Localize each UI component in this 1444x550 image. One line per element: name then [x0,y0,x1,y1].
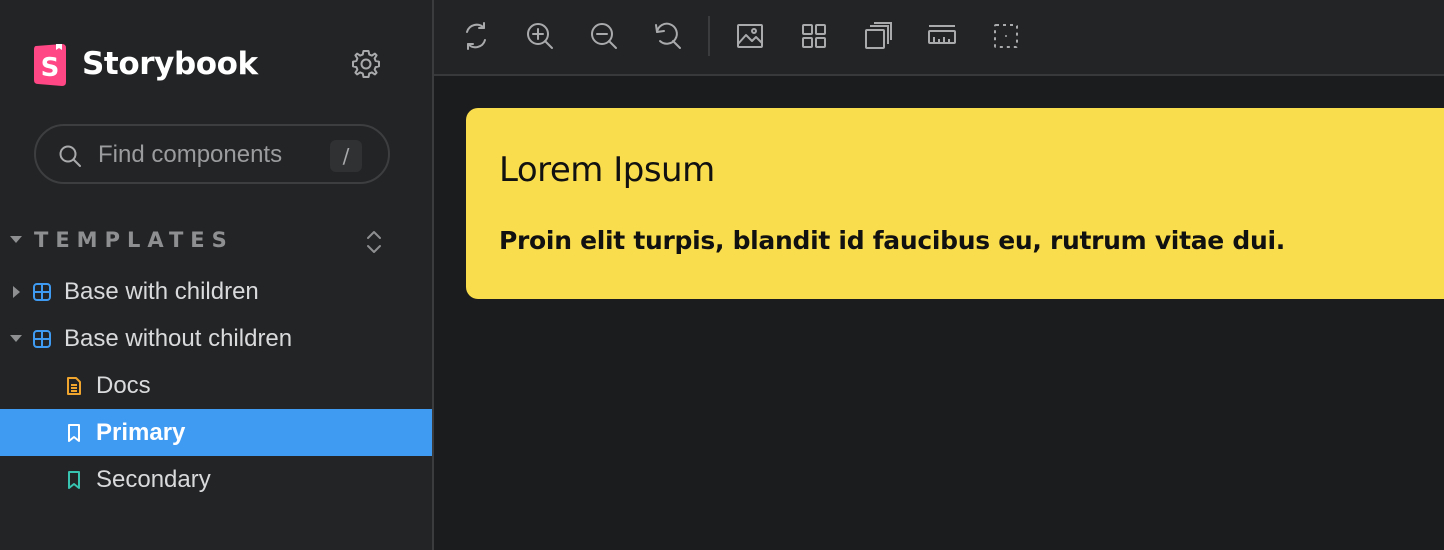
chevron-down-icon [10,236,22,243]
zoom-out-icon[interactable] [588,20,620,52]
bookmark-icon [64,470,84,490]
component-icon [32,329,52,349]
tree-item-label: Base without children [64,325,293,352]
card-text: Proin elit turpis, blandit id faucibus e… [499,226,1285,255]
remount-icon[interactable] [460,20,492,52]
toolbar-border [434,74,1444,76]
svg-text:S: S [41,53,60,83]
storybook-logo-icon: S [34,42,68,86]
measure-icon[interactable] [926,20,958,52]
sidebar: S Storybook / TEMPLATES [0,0,432,550]
tree-item-secondary[interactable]: Secondary [0,456,432,503]
tree-item-base-with-children[interactable]: Base with children [0,268,432,315]
chevron-down-icon [10,335,22,342]
section-label: TEMPLATES [34,228,234,252]
toolbar [434,0,1444,74]
section-templates[interactable]: TEMPLATES [0,224,432,260]
tree-item-label: Base with children [64,278,259,305]
search-box[interactable]: / [34,124,390,184]
outline-icon[interactable] [990,20,1022,52]
expand-collapse-icon[interactable] [362,228,386,256]
background-icon[interactable] [734,20,766,52]
tree-item-label: Primary [96,419,186,446]
card-title: Lorem Ipsum [499,150,715,190]
tree-item-label: Secondary [96,466,211,493]
bookmark-icon [64,423,84,443]
toolbar-separator [708,16,710,56]
brand-name: Storybook [82,46,258,82]
chevron-right-icon [13,286,20,298]
brand[interactable]: S Storybook [34,41,258,87]
zoom-reset-icon[interactable] [652,20,684,52]
tree-item-label: Docs [96,372,151,399]
gear-icon[interactable] [350,48,382,80]
document-icon [64,376,84,396]
search-input[interactable] [96,136,330,174]
zoom-in-icon[interactable] [524,20,556,52]
search-shortcut-key: / [330,140,362,172]
tree-item-primary[interactable]: Primary [0,409,432,456]
viewport-icon[interactable] [862,20,894,52]
tree-item-base-without-children[interactable]: Base without children [0,315,432,362]
component-icon [32,282,52,302]
search-icon [58,144,82,168]
preview-card: Lorem Ipsum Proin elit turpis, blandit i… [466,108,1444,299]
sidebar-resize-handle[interactable] [432,0,434,550]
tree-item-docs[interactable]: Docs [0,362,432,409]
grid-icon[interactable] [798,20,830,52]
